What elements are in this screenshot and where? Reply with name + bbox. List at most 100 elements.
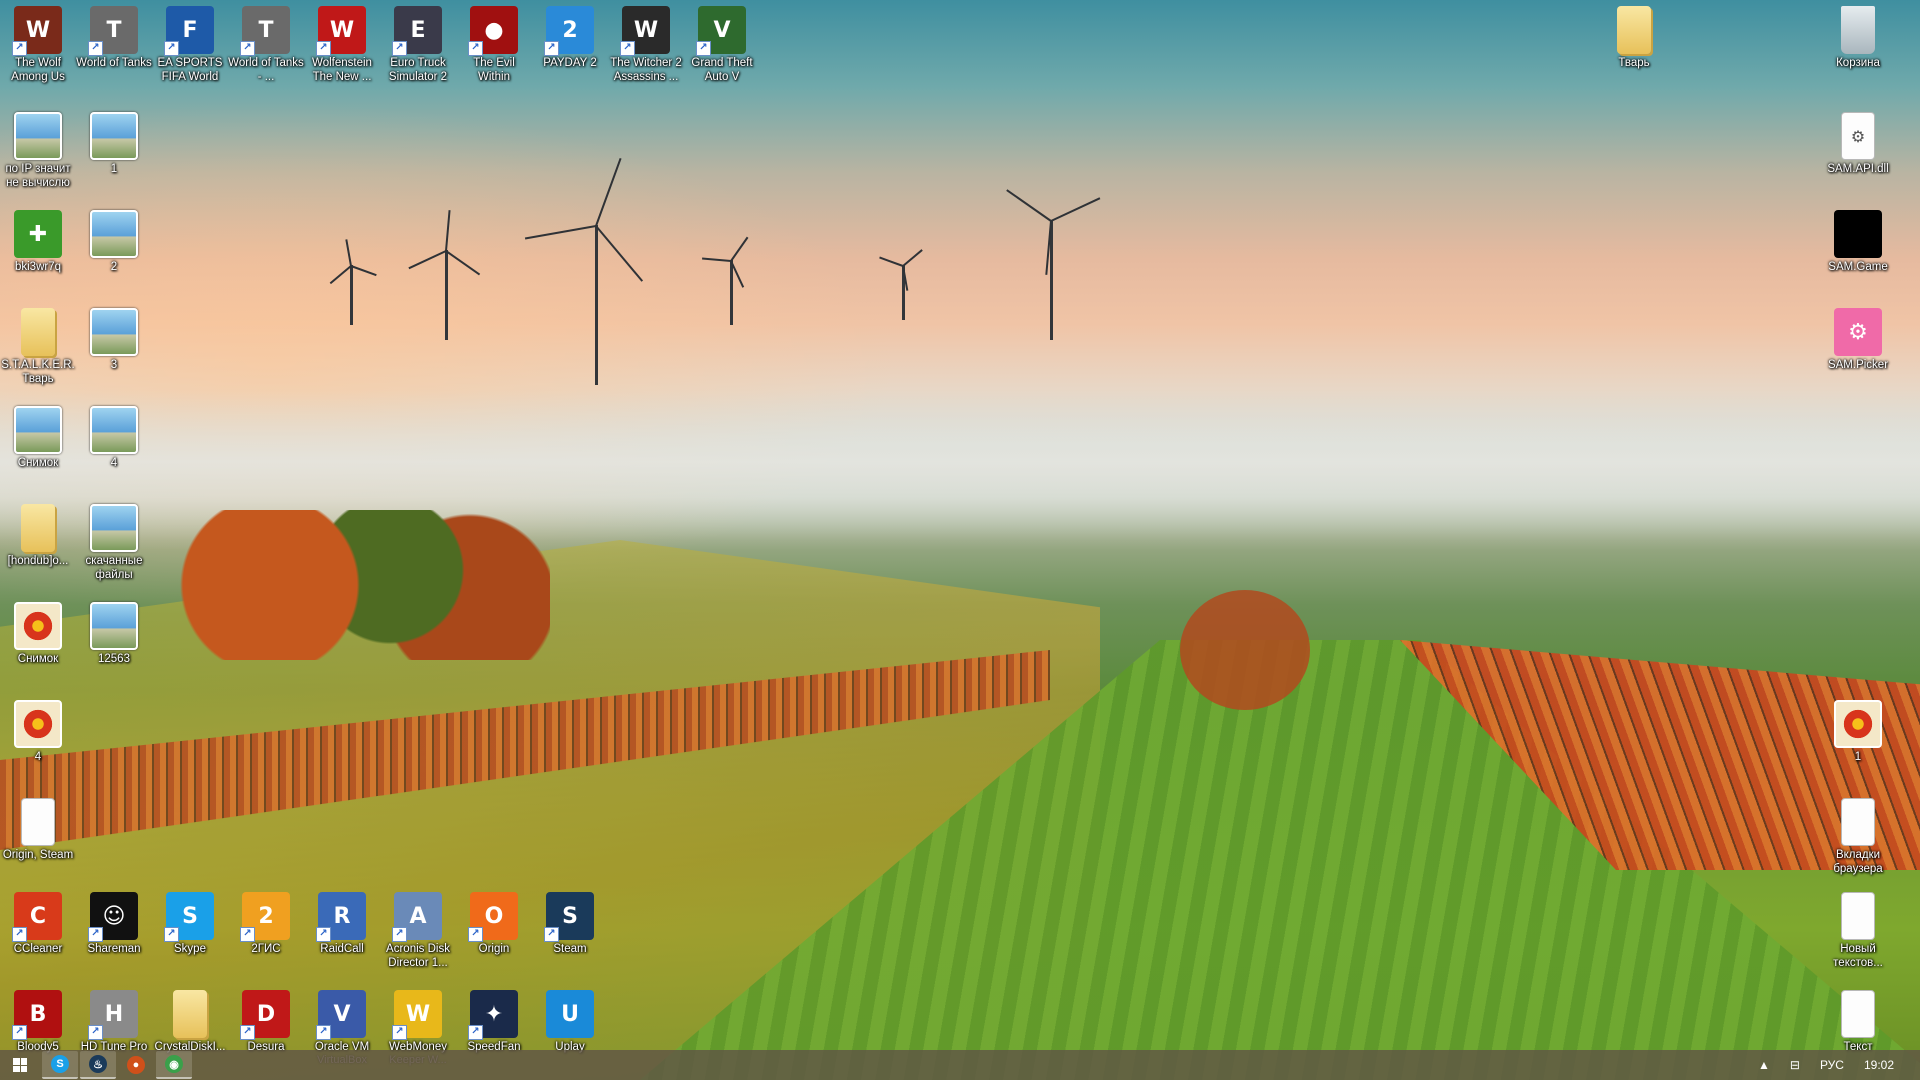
- desktop-icon-wot1[interactable]: T ↗ World of Tanks: [76, 0, 152, 70]
- desktop-icon-label: World of Tanks - ...: [228, 57, 304, 83]
- desktop-icon-img1[interactable]: 1: [76, 106, 152, 176]
- desktop-icon-flower4[interactable]: 4: [0, 694, 76, 764]
- desktop-icon-desura[interactable]: D ↗ Desura: [228, 984, 304, 1054]
- bloody-icon: B ↗: [12, 990, 62, 1040]
- shareman-icon: ☺ ↗: [88, 892, 138, 942]
- taskbar: S ♨ ● ◉ ▲ ⊟ РУС 19:02: [0, 1050, 1920, 1080]
- desktop-icon-text[interactable]: Текст: [1820, 984, 1896, 1054]
- desktop-icon-img3[interactable]: 3: [76, 302, 152, 372]
- desktop-icon-steam[interactable]: S ↗ Steam: [532, 886, 608, 956]
- desktop-icon-flower1[interactable]: 1: [1820, 694, 1896, 764]
- wolf-icon: W ↗: [12, 6, 62, 56]
- image-file-icon: [90, 308, 138, 356]
- clock[interactable]: 19:02: [1864, 1058, 1894, 1072]
- desktop-icon-recycle[interactable]: Корзина: [1820, 0, 1896, 70]
- desktop-icon-samgame[interactable]: SAM.Game: [1820, 204, 1896, 274]
- shortcut-arrow-icon: ↗: [392, 927, 407, 942]
- hdtune-icon: H ↗: [88, 990, 138, 1040]
- taskbar-button-skype[interactable]: S: [42, 1051, 78, 1079]
- taskbar-button-chrome[interactable]: ◉: [156, 1051, 192, 1079]
- desktop-icon-snimok2[interactable]: Снимок: [0, 596, 76, 666]
- desktop-icon-newtext[interactable]: Новый текстов...: [1820, 886, 1896, 970]
- start-button[interactable]: [0, 1050, 40, 1080]
- desktop-icon-wot2[interactable]: T ↗ World of Tanks - ...: [228, 0, 304, 84]
- desktop-icon-label: Снимок: [17, 457, 59, 469]
- desktop-icon-2gis[interactable]: 2 ↗ 2ГИС: [228, 886, 304, 956]
- desktop-icon-ets2[interactable]: E ↗ Euro Truck Simulator 2: [380, 0, 456, 84]
- desktop-icon-label: Grand Theft Auto V: [691, 57, 753, 83]
- desktop-icon-evilwithin[interactable]: ● ↗ The Evil Within: [456, 0, 532, 84]
- desktop-icon-skype[interactable]: S ↗ Skype: [152, 886, 228, 956]
- shortcut-arrow-icon: ↗: [88, 41, 103, 56]
- desktop-icon-img4[interactable]: 4: [76, 400, 152, 470]
- desktop-icon-hondub[interactable]: [hondub]o...: [0, 498, 76, 568]
- desktop-icon-label: Wolfenstein The New ...: [312, 57, 372, 83]
- desktop-icon-label: The Witcher 2 Assassins ...: [610, 57, 682, 83]
- shortcut-arrow-icon: ↗: [164, 927, 179, 942]
- desktop-icon-fifa[interactable]: F ↗ EA SPORTS FIFA World: [152, 0, 228, 84]
- desktop-icon-shareman[interactable]: ☺ ↗ Shareman: [76, 886, 152, 956]
- app3-icon: ●: [127, 1056, 145, 1074]
- desktop-icon-crystal[interactable]: CrystalDiskI...: [152, 984, 228, 1054]
- desktop-icon-originsteam[interactable]: Origin, Steam: [0, 792, 76, 862]
- acronis-icon: A ↗: [392, 892, 442, 942]
- desktop-icon-label: Skype: [174, 943, 206, 955]
- desktop-icon-tabs[interactable]: Вкладки браузера: [1820, 792, 1896, 876]
- desktop-icon-label: bki3wr7q: [14, 261, 62, 273]
- shortcut-arrow-icon: ↗: [544, 41, 559, 56]
- shortcut-arrow-icon: ↗: [468, 927, 483, 942]
- desktop-icon-ccleaner[interactable]: C ↗ CCleaner: [0, 886, 76, 956]
- text-document-icon: [21, 798, 55, 846]
- tray-expand-icon[interactable]: ▲: [1758, 1058, 1770, 1072]
- desktop-icon-raidcall[interactable]: R ↗ RaidCall: [304, 886, 380, 956]
- shortcut-arrow-icon: ↗: [12, 1025, 27, 1040]
- desktop-icon-wolfenstein[interactable]: W ↗ Wolfenstein The New ...: [304, 0, 380, 84]
- network-icon[interactable]: ⊟: [1790, 1058, 1800, 1072]
- desktop-icon-hdtune[interactable]: H ↗ HD Tune Pro: [76, 984, 152, 1054]
- skype-icon: S: [51, 1055, 69, 1073]
- taskbar-button-steam[interactable]: ♨: [80, 1051, 116, 1079]
- shortcut-arrow-icon: ↗: [468, 41, 483, 56]
- text-document-icon: [1841, 990, 1875, 1038]
- uplay-icon: U: [546, 990, 594, 1038]
- desktop-icon-sampicker[interactable]: ⚙ SAM.Picker: [1820, 302, 1896, 372]
- desktop-icon-downloads[interactable]: скачанные файлы: [76, 498, 152, 582]
- ccleaner-icon: C ↗: [12, 892, 62, 942]
- chrome-icon: ◉: [165, 1055, 183, 1073]
- desktop-icon-bloody[interactable]: B ↗ Bloody5: [0, 984, 76, 1054]
- recycle-bin-icon: [1841, 6, 1875, 54]
- text-document-icon: [1841, 798, 1875, 846]
- desktop-icon-witcher[interactable]: W ↗ The Witcher 2 Assassins ...: [608, 0, 684, 84]
- desktop-icon-origin[interactable]: O ↗ Origin: [456, 886, 532, 956]
- steam-icon: S ↗: [544, 892, 594, 942]
- desktop-icon-wolf[interactable]: W ↗ The Wolf Among Us: [0, 0, 76, 84]
- desktop-icon-gta[interactable]: V ↗ Grand Theft Auto V: [684, 0, 760, 84]
- desktop-icon-ip[interactable]: по IP значит не вычислю: [0, 106, 76, 190]
- desktop-icon-payday[interactable]: 2 ↗ PAYDAY 2: [532, 0, 608, 70]
- desktop-icon-snimok1[interactable]: Снимок: [0, 400, 76, 470]
- taskbar-button-app3[interactable]: ●: [118, 1051, 154, 1079]
- image-file-icon: [14, 406, 62, 454]
- desktop-icon-label: 1: [110, 163, 118, 175]
- desktop-icon-label: Вкладки браузера: [1833, 849, 1883, 875]
- shortcut-arrow-icon: ↗: [240, 927, 255, 942]
- desktop-icon-label: RaidCall: [320, 943, 364, 955]
- shortcut-arrow-icon: ↗: [392, 41, 407, 56]
- desktop-icon-samapi[interactable]: ⚙ SAM.API.dll: [1820, 106, 1896, 176]
- desktop-icon-tvar_top[interactable]: Тварь: [1596, 0, 1672, 70]
- sampicker-icon: ⚙: [1834, 308, 1882, 356]
- shortcut-arrow-icon: ↗: [316, 927, 331, 942]
- desktop-icon-stalker[interactable]: S.T.A.L.K.E.R. Тварь: [0, 302, 76, 386]
- desktop-icon-bki[interactable]: ✚ bki3wr7q: [0, 204, 76, 274]
- desktop-icon-speedfan[interactable]: ✦ ↗ SpeedFan: [456, 984, 532, 1054]
- desktop-icon-img2[interactable]: 2: [76, 204, 152, 274]
- desktop-icon-label: Euro Truck Simulator 2: [388, 57, 448, 83]
- desktop-icon-uplay[interactable]: U Uplay: [532, 984, 608, 1054]
- taskbar-apps: S ♨ ● ◉: [40, 1051, 192, 1079]
- desktop-icon-img12563[interactable]: 12563: [76, 596, 152, 666]
- desktop-icon-acronis[interactable]: A ↗ Acronis Disk Director 1...: [380, 886, 456, 970]
- 2gis-icon: 2 ↗: [240, 892, 290, 942]
- oraclevm-icon: V ↗: [316, 990, 366, 1040]
- language-indicator[interactable]: РУС: [1820, 1058, 1844, 1072]
- shortcut-arrow-icon: ↗: [164, 41, 179, 56]
